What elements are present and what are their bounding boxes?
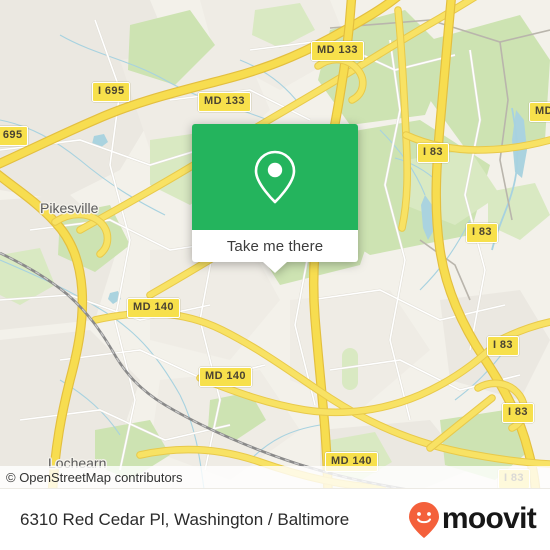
address-label: 6310 Red Cedar Pl, Washington / Baltimor… — [20, 509, 350, 529]
road-shield: I 83 — [466, 223, 498, 243]
map-attribution: © OpenStreetMap contributors — [0, 466, 550, 488]
place-label-pikesville: Pikesville — [40, 200, 99, 216]
moovit-logo: moovit — [408, 501, 537, 539]
road-shield: I 83 — [487, 336, 519, 356]
popup-pointer — [263, 262, 287, 273]
road-shield: I 695 — [0, 126, 29, 146]
moovit-wordmark: moovit — [441, 501, 537, 535]
footer-bar: 6310 Red Cedar Pl, Washington / Baltimor… — [0, 488, 550, 550]
road-shield: MD 133 — [198, 92, 251, 112]
road-shield: I 695 — [92, 82, 131, 102]
road-shield: I 83 — [417, 143, 449, 163]
take-me-there-button[interactable]: Take me there — [192, 230, 358, 262]
map-screen: .bg { fill:#f3f1ea; } .urban { fill:#ebe… — [0, 0, 550, 550]
map-pin-icon — [254, 150, 296, 204]
moovit-smiley-pin-icon — [408, 501, 439, 538]
road-shield: I 83 — [502, 403, 534, 423]
road-shield: MD — [529, 102, 550, 122]
location-popup[interactable]: Take me there — [192, 124, 358, 273]
take-me-there-label: Take me there — [226, 237, 324, 255]
popup-pin-area — [192, 124, 358, 230]
road-shield: MD 140 — [199, 367, 252, 387]
map-canvas[interactable]: .bg { fill:#f3f1ea; } .urban { fill:#ebe… — [0, 0, 550, 498]
road-shield: MD 133 — [311, 41, 364, 61]
attribution-text: © OpenStreetMap contributors — [6, 469, 183, 485]
road-shield: MD 140 — [127, 298, 180, 318]
